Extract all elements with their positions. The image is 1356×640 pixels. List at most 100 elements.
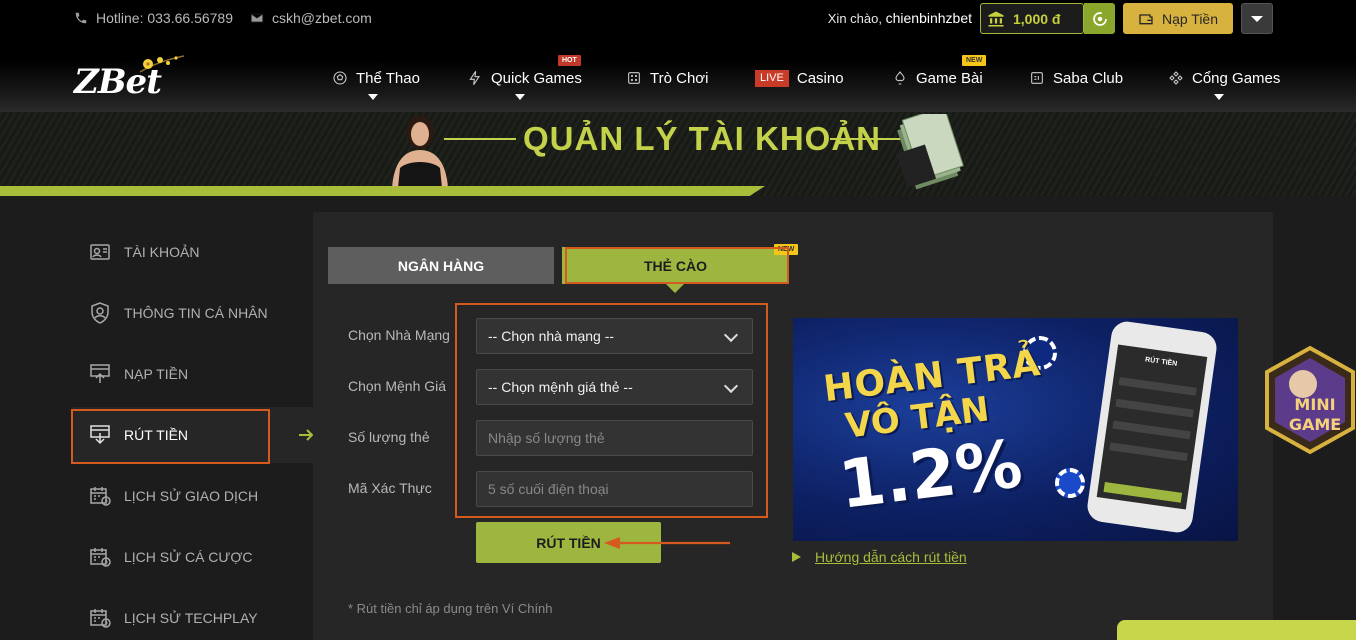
- wallet-plus-icon: [1139, 13, 1153, 24]
- phone-field: [1118, 377, 1197, 396]
- zbet-logo[interactable]: ZBet: [74, 54, 186, 106]
- phone-screen: RÚT TIỀN: [1096, 344, 1208, 510]
- user-greeting: Xin chào, chienbinhzbet: [828, 10, 972, 26]
- calendar-history-icon: [90, 609, 111, 628]
- arrow-left-icon: [604, 537, 730, 549]
- phone-icon: [75, 12, 87, 24]
- live-tag: LIVE: [755, 69, 789, 87]
- chat-widget-bar[interactable]: [1117, 620, 1356, 640]
- tab-ngan-hang[interactable]: NGÂN HÀNG: [328, 247, 554, 284]
- deposit-icon: [90, 364, 110, 383]
- sidebar-highlight-box: [71, 409, 270, 464]
- nav-game-bai[interactable]: Game Bài: [892, 68, 983, 88]
- balance-amount: 1,000 đ: [1013, 10, 1061, 27]
- deposit-label: Nạp Tiền: [1161, 10, 1219, 27]
- sidebar-item-label: NẠP TIỀN: [124, 366, 189, 382]
- site-header: Hotline: 033.66.56789 cskh@zbet.com Xin …: [0, 0, 1356, 112]
- mini-game-line2: GAME: [1289, 415, 1341, 434]
- nav-label: Casino: [796, 69, 844, 87]
- casino-chip: [1055, 468, 1085, 498]
- verification-label: Mã Xác Thực: [348, 480, 432, 496]
- phone-title: RÚT TIỀN: [1144, 356, 1178, 368]
- dice-icon: [628, 72, 640, 84]
- sb-icon: [1031, 72, 1043, 84]
- tab-highlight-box: [565, 247, 789, 284]
- network-label: Chọn Nhà Mạng: [348, 327, 450, 343]
- card-icon: [895, 71, 905, 85]
- calendar-history-icon: [90, 548, 111, 567]
- sidebar-item-thong-tin-ca-nhan[interactable]: THÔNG TIN CÁ NHÂN: [72, 285, 312, 341]
- phone-field: [1115, 398, 1194, 418]
- account-management-banner: QUẢN LÝ TÀI KHOẢN: [0, 112, 1356, 196]
- withdraw-guide-link[interactable]: Hướng dẫn cách rút tiền: [792, 549, 967, 565]
- hotline-text: Hotline: 033.66.56789: [96, 10, 233, 26]
- mail-icon: [250, 13, 264, 23]
- banner-line-left: [444, 138, 516, 140]
- account-icon: [90, 244, 110, 260]
- chevron-down-icon: [368, 94, 378, 100]
- banner-accent-stripe: [0, 186, 765, 196]
- nav-label: Quick Games: [491, 69, 582, 87]
- nav-the-thao[interactable]: Thể Thao: [332, 68, 420, 88]
- calendar-history-icon: [90, 487, 111, 506]
- username: chienbinhzbet: [885, 10, 972, 26]
- email-text: cskh@zbet.com: [272, 10, 372, 26]
- lightning-icon: [469, 71, 480, 85]
- refresh-icon: [1092, 11, 1107, 26]
- nav-label: Saba Club: [1053, 69, 1124, 87]
- bank-icon: [988, 11, 1004, 26]
- sidebar-item-lich-su-ca-cuoc[interactable]: LỊCH SỬ CÁ CƯỢC: [72, 529, 312, 585]
- mini-game-floating-button[interactable]: MINI GAME: [1263, 344, 1356, 456]
- deposit-button[interactable]: Nạp Tiền: [1123, 3, 1233, 34]
- phone-mockup: RÚT TIỀN: [1085, 319, 1219, 535]
- phone-button: [1103, 481, 1183, 503]
- sidebar-item-lich-su-giao-dich[interactable]: LỊCH SỬ GIAO DỊCH: [72, 468, 312, 524]
- phone-field: [1109, 442, 1188, 462]
- soccer-ball-icon: [333, 71, 347, 85]
- arrow-right-icon: [299, 429, 314, 441]
- nav-saba-club[interactable]: Saba Club: [1029, 68, 1123, 88]
- hot-badge: HOT: [558, 55, 581, 66]
- wallet-balance[interactable]: 1,000 đ: [980, 3, 1084, 34]
- chevron-down-icon: [1214, 94, 1224, 100]
- withdraw-note: * Rút tiền chỉ áp dụng trên Ví Chính: [348, 601, 553, 616]
- profile-shield-icon: [91, 302, 109, 324]
- nav-cong-games[interactable]: Cổng Games: [1168, 68, 1280, 88]
- account-dropdown-button[interactable]: [1241, 3, 1273, 34]
- nav-label: Game Bài: [916, 69, 983, 87]
- new-badge: NEW: [962, 55, 987, 66]
- sidebar-item-tai-khoan[interactable]: TÀI KHOẢN: [72, 224, 312, 280]
- sidebar-item-label: LỊCH SỬ CÁ CƯỢC: [124, 549, 253, 565]
- nav-quick-games[interactable]: Quick Games: [467, 68, 582, 88]
- mini-game-line1: MINI: [1294, 395, 1335, 414]
- phone-field: [1112, 420, 1191, 440]
- guide-link-text: Hướng dẫn cách rút tiền: [815, 549, 967, 565]
- denomination-label: Chọn Mệnh Giá: [348, 378, 447, 394]
- sidebar-item-nap-tien[interactable]: NẠP TIỀN: [72, 346, 312, 402]
- sidebar-item-label: TÀI KHOẢN: [124, 244, 200, 260]
- active-tab-pointer: [666, 284, 684, 293]
- refresh-balance-button[interactable]: [1084, 3, 1115, 34]
- page-title: QUẢN LÝ TÀI KHOẢN: [523, 120, 881, 157]
- nav-label: Cổng Games: [1192, 69, 1281, 87]
- gamepad-icon: [1169, 71, 1183, 85]
- support-email[interactable]: cskh@zbet.com: [250, 10, 372, 26]
- sidebar-item-label: LỊCH SỬ GIAO DỊCH: [124, 488, 259, 504]
- greeting-prefix: Xin chào,: [827, 11, 882, 26]
- money-stack-image: [896, 114, 964, 190]
- sidebar-item-label: LỊCH SỬ TECHPLAY: [124, 610, 258, 626]
- nav-tro-choi[interactable]: Trò Chơi: [626, 68, 708, 88]
- play-triangle-icon: [792, 552, 801, 562]
- sidebar-item-label: THÔNG TIN CÁ NHÂN: [124, 305, 268, 321]
- cashback-promo-banner[interactable]: HOÀN TRẢ VÔ TẬN 1.2% RÚT TIỀN: [793, 318, 1238, 541]
- form-highlight-box: [455, 303, 768, 518]
- chevron-down-icon: [515, 94, 525, 100]
- nav-label: Trò Chơi: [650, 69, 709, 87]
- model-image: [392, 115, 448, 188]
- nav-casino[interactable]: LIVE Casino: [755, 68, 844, 88]
- apricot-blossom-icon: [139, 55, 185, 73]
- sidebar-item-lich-su-techplay[interactable]: LỊCH SỬ TECHPLAY: [72, 590, 312, 640]
- quantity-label: Số lượng thẻ: [348, 429, 430, 445]
- hotline[interactable]: Hotline: 033.66.56789: [74, 10, 233, 26]
- nav-label: Thể Thao: [356, 69, 420, 87]
